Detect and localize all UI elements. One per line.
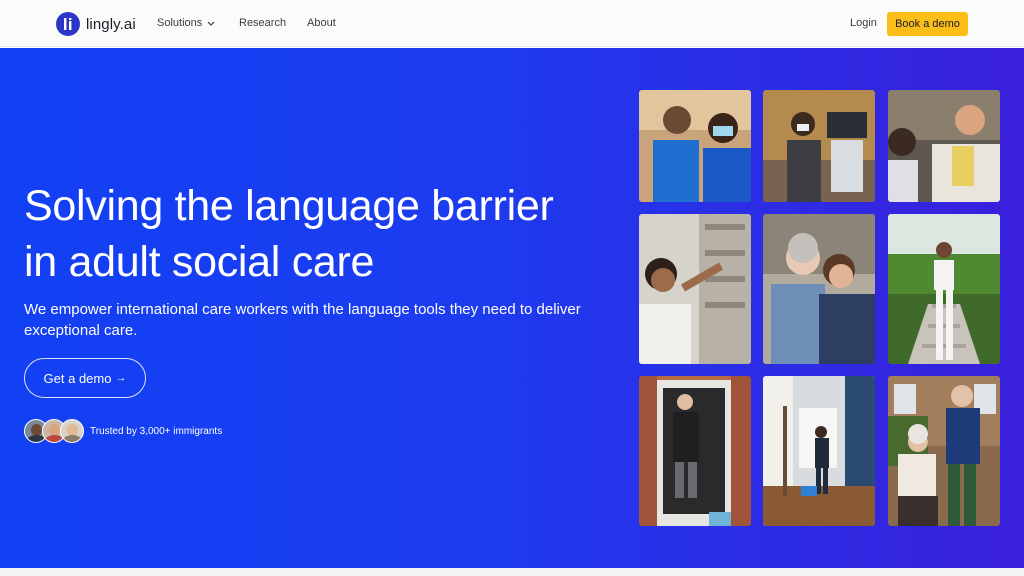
logo-icon — [56, 12, 80, 36]
nav-research[interactable]: Research — [239, 17, 286, 29]
photo-elderly-man-doorway — [639, 376, 751, 526]
hero-title-line2: in adult social care — [24, 238, 375, 286]
photo-elderly-woman-hug — [763, 214, 875, 364]
nav-solutions[interactable]: Solutions — [157, 17, 215, 29]
photo-pharmacy-worker — [639, 214, 751, 364]
avatar — [60, 419, 84, 443]
trusted-badge: Trusted by 3,000+ immigrants — [24, 419, 222, 443]
top-navbar: lingly.ai Solutions Research About Login… — [0, 0, 1024, 47]
hero-section: Solving the language barrier in adult so… — [0, 48, 1024, 568]
get-demo-button[interactable]: Get a demo → — [24, 358, 146, 398]
photo-cleaning-hallway — [763, 376, 875, 526]
photo-clinician-ultrasound — [763, 90, 875, 202]
get-demo-label: Get a demo — [43, 370, 112, 386]
logo-text: lingly.ai — [86, 15, 136, 33]
login-link[interactable]: Login — [850, 17, 877, 29]
photo-nurse-on-stairs — [888, 214, 1000, 364]
hero-subtitle: We empower international care workers wi… — [24, 301, 581, 339]
book-demo-button[interactable]: Book a demo — [887, 12, 968, 36]
nav-about[interactable]: About — [307, 17, 336, 29]
arrow-right-icon: → — [115, 372, 127, 384]
page-bottom-strip — [0, 568, 1024, 576]
chevron-down-icon — [207, 21, 215, 26]
logo[interactable]: lingly.ai — [56, 12, 136, 36]
photo-elderly-couple-garden — [888, 376, 1000, 526]
hero-title-line1: Solving the language barrier — [24, 182, 554, 230]
trusted-text: Trusted by 3,000+ immigrants — [90, 425, 223, 437]
hero-title: Solving the language barrier in adult so… — [24, 178, 604, 290]
photo-nurses-masked — [639, 90, 751, 202]
nav-solutions-label: Solutions — [157, 17, 203, 29]
photo-carer-with-patient — [888, 90, 1000, 202]
